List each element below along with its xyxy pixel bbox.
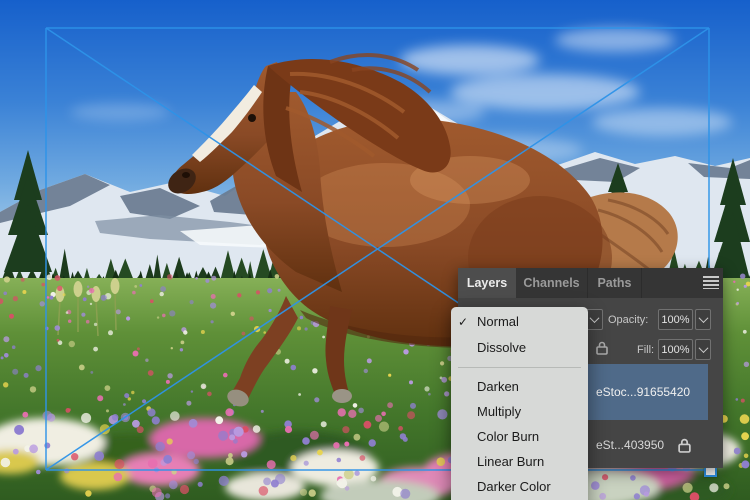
menu-separator <box>458 367 581 368</box>
panel-tab-bar: Layers Channels Paths <box>458 268 723 298</box>
lock-icon <box>678 438 691 453</box>
fill-value-field[interactable]: 100% <box>658 339 693 360</box>
chevron-down-icon <box>589 313 600 324</box>
horse-hoof <box>332 389 352 403</box>
opacity-label: Opacity: <box>608 314 649 326</box>
horse-eye <box>248 114 256 122</box>
blend-mode-option-multiply[interactable]: Multiply <box>451 399 588 424</box>
lock-transparency-icon[interactable] <box>596 341 608 355</box>
opacity-chevron-button[interactable] <box>695 309 711 330</box>
layer-name: eSt...403950 <box>596 438 665 452</box>
opacity-value: 100% <box>661 313 690 326</box>
menu-item-label: Normal <box>477 314 519 329</box>
blend-mode-option-normal[interactable]: ✓ Normal <box>451 309 588 335</box>
blend-mode-option-linear-burn[interactable]: Linear Burn <box>451 449 588 474</box>
menu-item-label: Multiply <box>477 404 522 419</box>
tab-paths[interactable]: Paths <box>588 268 642 298</box>
menu-item-label: Darken <box>477 379 519 394</box>
chevron-down-icon <box>698 313 708 324</box>
menu-item-label: Linear Burn <box>477 454 545 469</box>
chevron-down-icon <box>698 343 708 354</box>
panel-menu-icon[interactable] <box>703 276 719 290</box>
opacity-value-field[interactable]: 100% <box>658 309 693 330</box>
tab-layers[interactable]: Layers <box>458 268 516 298</box>
layer-name: eStoc...91655420 <box>596 385 691 399</box>
blend-mode-option-darken[interactable]: Darken <box>451 374 588 399</box>
fill-chevron-button[interactable] <box>695 339 711 360</box>
blend-mode-option-darker-color[interactable]: Darker Color <box>451 474 588 499</box>
checkmark-icon: ✓ <box>458 315 469 329</box>
menu-item-label: Dissolve <box>477 340 527 355</box>
blend-mode-option-color-burn[interactable]: Color Burn <box>451 424 588 449</box>
photoshop-canvas-window: Layers Channels Paths Opacity: 100% Fill… <box>0 0 750 500</box>
menu-item-label: Color Burn <box>477 429 540 444</box>
fill-value: 100% <box>661 343 690 356</box>
tab-channels[interactable]: Channels <box>516 268 588 298</box>
menu-item-label: Darker Color <box>477 479 551 494</box>
blend-mode-option-dissolve[interactable]: Dissolve <box>451 335 588 361</box>
blend-mode-menu: ✓ Normal Dissolve Darken Multiply Color … <box>451 307 588 500</box>
fill-label: Fill: <box>637 344 655 356</box>
